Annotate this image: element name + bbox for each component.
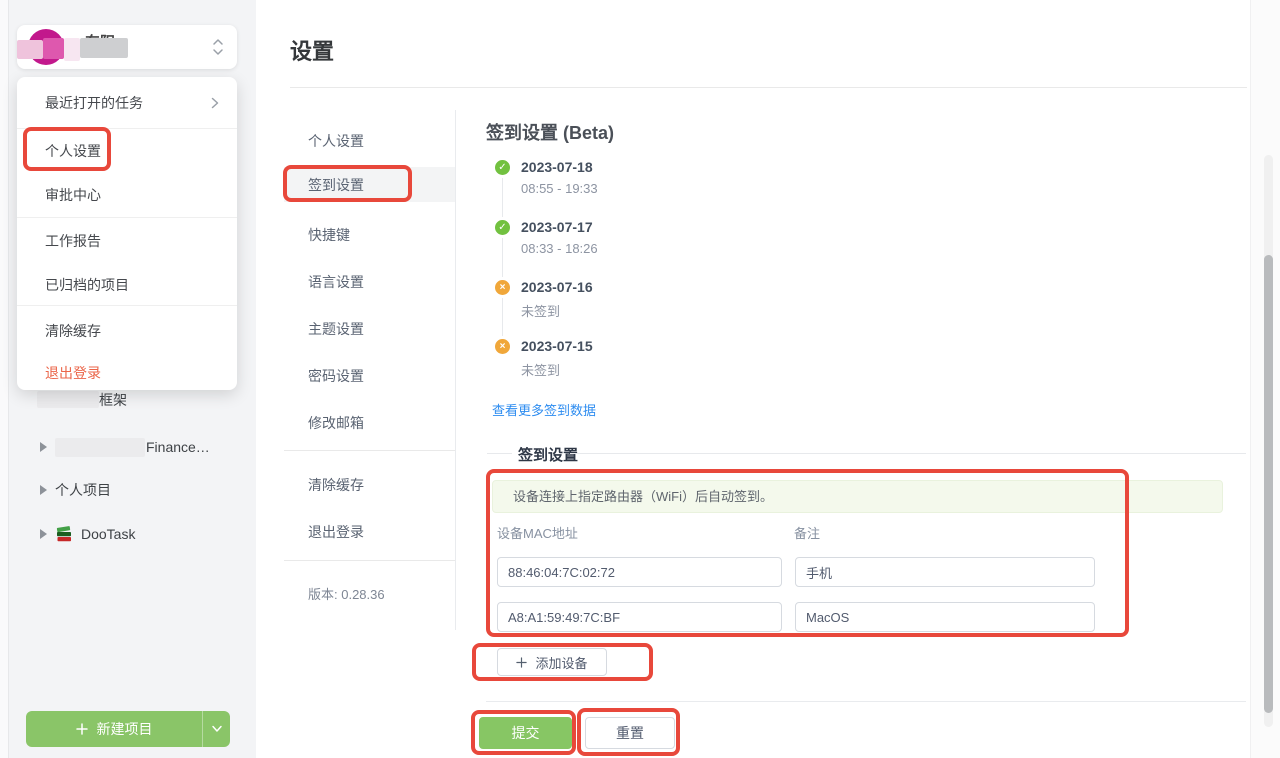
remark-input[interactable] (795, 557, 1095, 587)
timeline-tail (502, 178, 503, 217)
sidebar: 东阳 最近打开的任务 个人设置 审批中心 (0, 0, 256, 758)
chevron-collapsed-icon[interactable] (40, 442, 47, 452)
menu-item-work-report[interactable]: 工作报告 (17, 218, 237, 264)
menu-item-approval-center[interactable]: 审批中心 (17, 173, 237, 217)
privacy-blur (43, 38, 64, 59)
menu-item-label: 已归档的项目 (45, 275, 129, 295)
divider (284, 450, 455, 451)
project-label: Finance… (146, 439, 210, 455)
tab-checkin-settings[interactable]: 签到设置 (308, 176, 364, 194)
check-circle-icon: ✓ (495, 160, 510, 175)
menu-item-personal-settings[interactable]: 个人设置 (17, 129, 237, 173)
view-more-checkin-link[interactable]: 查看更多签到数据 (492, 400, 596, 419)
checkin-detail: 未签到 (521, 360, 560, 379)
privacy-blur (80, 38, 128, 58)
submit-label: 提交 (512, 723, 540, 743)
checkin-date: 2023-07-17 (521, 219, 593, 235)
tab-logout[interactable]: 退出登录 (308, 523, 364, 541)
check-circle-icon: ✓ (495, 220, 510, 235)
cross-circle-icon: × (495, 339, 510, 354)
new-project-button[interactable]: 新建项目 (26, 711, 230, 747)
checkin-detail: 08:33 - 18:26 (521, 241, 598, 256)
checkin-heading: 签到设置 (Beta) (486, 119, 614, 145)
project-label: 个人项目 (55, 480, 111, 500)
checkin-date: 2023-07-16 (521, 279, 593, 295)
add-device-label: 添加设备 (535, 653, 587, 672)
new-project-dropdown-toggle[interactable] (202, 711, 230, 747)
submit-button[interactable]: 提交 (479, 717, 572, 749)
menu-item-label: 个人设置 (45, 141, 101, 161)
tab-shortcuts[interactable]: 快捷键 (308, 226, 350, 244)
user-card[interactable]: 东阳 (17, 25, 237, 69)
add-device-button[interactable]: 添加设备 (497, 648, 607, 676)
menu-item-label: 审批中心 (45, 185, 101, 205)
page-title: 设置 (290, 34, 334, 66)
divider (455, 110, 456, 630)
privacy-blur (64, 38, 80, 61)
divider (487, 453, 512, 454)
checkin-date: 2023-07-18 (521, 159, 593, 175)
timeline-tail (502, 238, 503, 277)
version-label: 版本: 0.28.36 (308, 586, 385, 604)
menu-item-recent-tasks[interactable]: 最近打开的任务 (17, 77, 237, 128)
tab-personal-settings[interactable]: 个人设置 (308, 132, 364, 150)
reset-button[interactable]: 重置 (585, 717, 675, 749)
sidebar-item-dootask-project[interactable]: DooTask (40, 524, 135, 544)
divider (570, 453, 1246, 454)
sidebar-scrollbar-gutter (0, 0, 9, 758)
divider (486, 701, 1246, 702)
new-project-main[interactable]: 新建项目 (26, 711, 202, 747)
tab-clear-cache[interactable]: 清除缓存 (308, 476, 364, 494)
plus-icon (516, 657, 527, 668)
sidebar-item-masked-project[interactable]: 框架 (37, 391, 65, 409)
menu-item-label: 工作报告 (45, 231, 101, 251)
remark-input[interactable] (795, 602, 1095, 632)
timeline-tail (502, 298, 503, 336)
checkin-date: 2023-07-15 (521, 338, 593, 354)
user-dropdown-menu: 最近打开的任务 个人设置 审批中心 工作报告 已归档的项目 清除缓存 (17, 77, 237, 390)
checkin-detail: 未签到 (521, 301, 560, 320)
new-project-label: 新建项目 (97, 719, 153, 739)
sidebar-item-finance-project[interactable]: Finance… (40, 437, 210, 457)
menu-item-logout[interactable]: 退出登录 (17, 355, 237, 390)
plus-icon (76, 723, 88, 735)
remark-label: 备注 (794, 523, 820, 542)
privacy-blur (17, 40, 43, 59)
reset-label: 重置 (616, 723, 644, 743)
privacy-blur (55, 438, 145, 457)
checkin-detail: 08:55 - 19:33 (521, 181, 598, 196)
tab-theme-settings[interactable]: 主题设置 (308, 320, 364, 338)
divider (290, 87, 1247, 88)
mac-address-input[interactable] (497, 557, 782, 587)
divider (284, 560, 455, 561)
app-window: 东阳 最近打开的任务 个人设置 审批中心 (0, 0, 1280, 758)
project-label: 框架 (99, 390, 127, 410)
menu-item-clear-cache[interactable]: 清除缓存 (17, 306, 237, 355)
mac-address-label: 设备MAC地址 (497, 523, 578, 542)
mac-address-input[interactable] (497, 602, 782, 632)
chevron-expand-icon (211, 36, 225, 58)
wifi-auto-checkin-notice: 设备连接上指定路由器（WiFi）后自动签到。 (492, 480, 1223, 513)
chevron-right-icon (211, 97, 219, 109)
menu-item-label: 退出登录 (45, 363, 101, 383)
books-icon (55, 525, 73, 543)
menu-item-label: 清除缓存 (45, 321, 101, 341)
cross-circle-icon: × (495, 280, 510, 295)
menu-item-archived-projects[interactable]: 已归档的项目 (17, 264, 237, 305)
menu-item-label: 最近打开的任务 (45, 93, 211, 113)
scrollbar-thumb[interactable] (1264, 255, 1273, 713)
chevron-collapsed-icon[interactable] (40, 529, 47, 539)
tab-password-settings[interactable]: 密码设置 (308, 367, 364, 385)
project-label: DooTask (81, 526, 135, 542)
privacy-blur (37, 391, 99, 408)
tab-language-settings[interactable]: 语言设置 (308, 273, 364, 291)
chevron-down-icon (211, 725, 223, 733)
sidebar-item-personal-project[interactable]: 个人项目 (40, 480, 111, 500)
chevron-collapsed-icon[interactable] (40, 485, 47, 495)
checkin-section-title: 签到设置 (518, 444, 578, 465)
tab-change-email[interactable]: 修改邮箱 (308, 414, 364, 432)
